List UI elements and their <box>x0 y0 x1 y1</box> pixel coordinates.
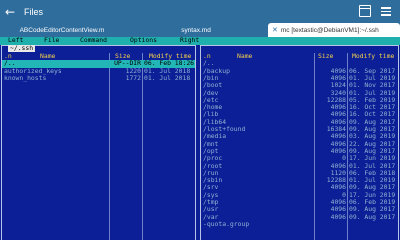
terminal[interactable]: Left File Command Options Right ~/.ssh .… <box>0 36 400 240</box>
window-title: Files <box>24 6 44 17</box>
mc-menubar: Left File Command Options Right <box>0 36 400 45</box>
col-name: Name <box>40 52 56 60</box>
file-mtime: 09. Aug 2017 <box>349 212 396 221</box>
left-panel: ~/.ssh .n Name Size Modify time /.. UP--D… <box>1 44 196 240</box>
file-size: 4096 <box>330 212 346 221</box>
tab-syntax[interactable]: syntax.md <box>124 23 268 37</box>
menu-command[interactable]: Command <box>80 36 107 44</box>
col-name: Name <box>237 52 253 60</box>
app-window: ← Files ABCodeEditorContentView.m syntax… <box>0 0 400 240</box>
menu-icon[interactable] <box>380 5 392 17</box>
col-time: Modify time <box>352 52 395 60</box>
panel-path: ~/.ssh <box>8 44 36 53</box>
tab-abcodeeditor[interactable]: ABCodeEditorContentView.m <box>0 23 124 37</box>
tab-mc-terminal[interactable]: ✕ mc [textastic@DebianVM1]:~/.ssh <box>268 23 400 37</box>
window-switch-icon[interactable] <box>359 5 371 17</box>
menu-options[interactable]: Options <box>130 36 157 44</box>
tab-label: syntax.md <box>181 26 211 34</box>
tab-label: ABCodeEditorContentView.m <box>19 26 105 34</box>
close-icon[interactable]: ✕ <box>272 26 278 34</box>
tab-bar: ABCodeEditorContentView.m syntax.md ✕ mc… <box>0 23 400 37</box>
title-bar: ← Files <box>0 0 400 23</box>
toolbar-right <box>359 5 392 17</box>
column-headers: .n Name Size Modify time <box>201 52 398 60</box>
menu-file[interactable]: File <box>44 36 59 44</box>
file-mtime: 01. Jul 2018 <box>144 73 191 82</box>
file-name: -quota.group <box>203 219 250 228</box>
file-row[interactable]: -quota.group <box>201 219 398 228</box>
tab-label: mc [textastic@DebianVM1]:~/.ssh <box>280 26 379 34</box>
right-panel: .n Name Size Modify time /../backup 4096 0… <box>200 45 399 240</box>
col-size: Size <box>318 52 334 60</box>
file-size: 1772 <box>125 73 141 82</box>
menu-right[interactable]: Right <box>180 36 199 44</box>
file-name: known_hosts <box>4 73 47 82</box>
back-arrow-icon[interactable]: ← <box>0 0 20 23</box>
file-row[interactable]: known_hosts 1772 01. Jul 2018 <box>2 73 195 82</box>
